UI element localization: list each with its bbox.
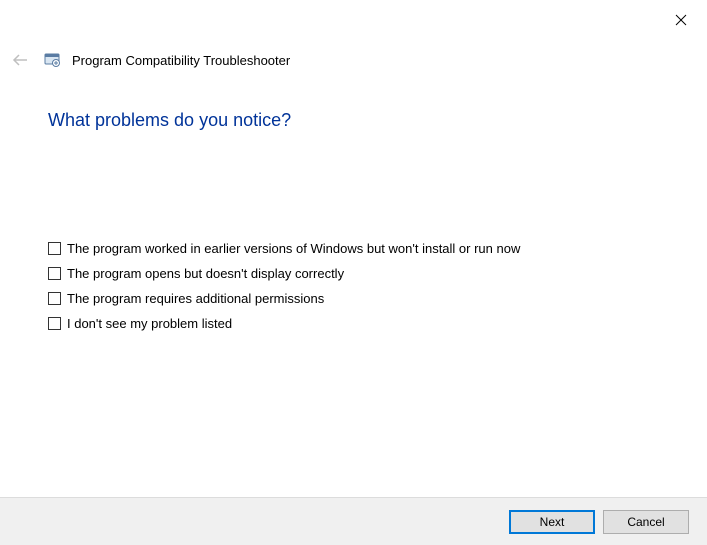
back-button[interactable] bbox=[8, 48, 32, 72]
cancel-button[interactable]: Cancel bbox=[603, 510, 689, 534]
window-title: Program Compatibility Troubleshooter bbox=[72, 53, 290, 68]
option-additional-permissions[interactable]: The program requires additional permissi… bbox=[48, 291, 667, 306]
checkbox[interactable] bbox=[48, 292, 61, 305]
option-label: The program opens but doesn't display co… bbox=[67, 266, 344, 281]
checkbox[interactable] bbox=[48, 267, 61, 280]
footer: Next Cancel bbox=[0, 497, 707, 545]
checkbox[interactable] bbox=[48, 242, 61, 255]
option-label: The program requires additional permissi… bbox=[67, 291, 324, 306]
close-button[interactable] bbox=[669, 8, 693, 32]
option-label: The program worked in earlier versions o… bbox=[67, 241, 520, 256]
next-button[interactable]: Next bbox=[509, 510, 595, 534]
header: Program Compatibility Troubleshooter bbox=[8, 48, 290, 72]
options-list: The program worked in earlier versions o… bbox=[48, 241, 667, 331]
close-icon bbox=[675, 14, 687, 26]
page-heading: What problems do you notice? bbox=[48, 110, 667, 131]
option-display-incorrect[interactable]: The program opens but doesn't display co… bbox=[48, 266, 667, 281]
option-earlier-versions[interactable]: The program worked in earlier versions o… bbox=[48, 241, 667, 256]
app-icon bbox=[44, 52, 60, 68]
option-not-listed[interactable]: I don't see my problem listed bbox=[48, 316, 667, 331]
back-arrow-icon bbox=[11, 51, 29, 69]
content-area: What problems do you notice? The program… bbox=[48, 110, 667, 331]
option-label: I don't see my problem listed bbox=[67, 316, 232, 331]
checkbox[interactable] bbox=[48, 317, 61, 330]
